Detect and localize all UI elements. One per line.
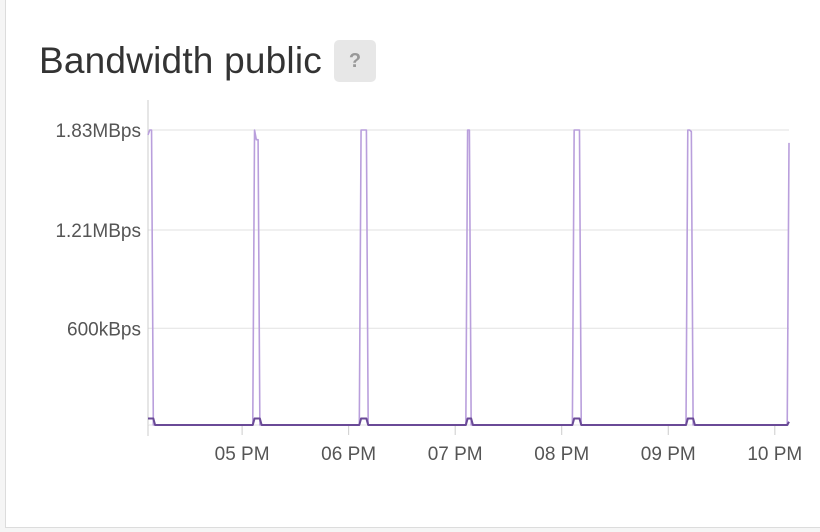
x-tick-label: 06 PM — [321, 444, 376, 465]
y-tick-label: 1.21MBps — [55, 221, 141, 242]
series-line-1 — [147, 129, 790, 426]
x-tick-label: 10 PM — [747, 444, 802, 465]
y-tick-label: 600kBps — [67, 319, 141, 340]
label-layer: 1.83MBps 1.21MBps 600kBps 05 PM 06 PM 07 PM 08… — [55, 121, 802, 465]
x-tick-label: 05 PM — [215, 444, 270, 465]
bandwidth-chart: 1.83MBps 1.21MBps 600kBps 05 PM 06 PM 07 PM 08… — [55, 100, 802, 465]
x-tick-label: 07 PM — [428, 444, 483, 465]
x-tick-label: 09 PM — [641, 444, 696, 465]
y-tick-label: 1.83MBps — [55, 121, 141, 142]
series-layer — [147, 129, 790, 426]
x-tick-label: 08 PM — [534, 444, 589, 465]
